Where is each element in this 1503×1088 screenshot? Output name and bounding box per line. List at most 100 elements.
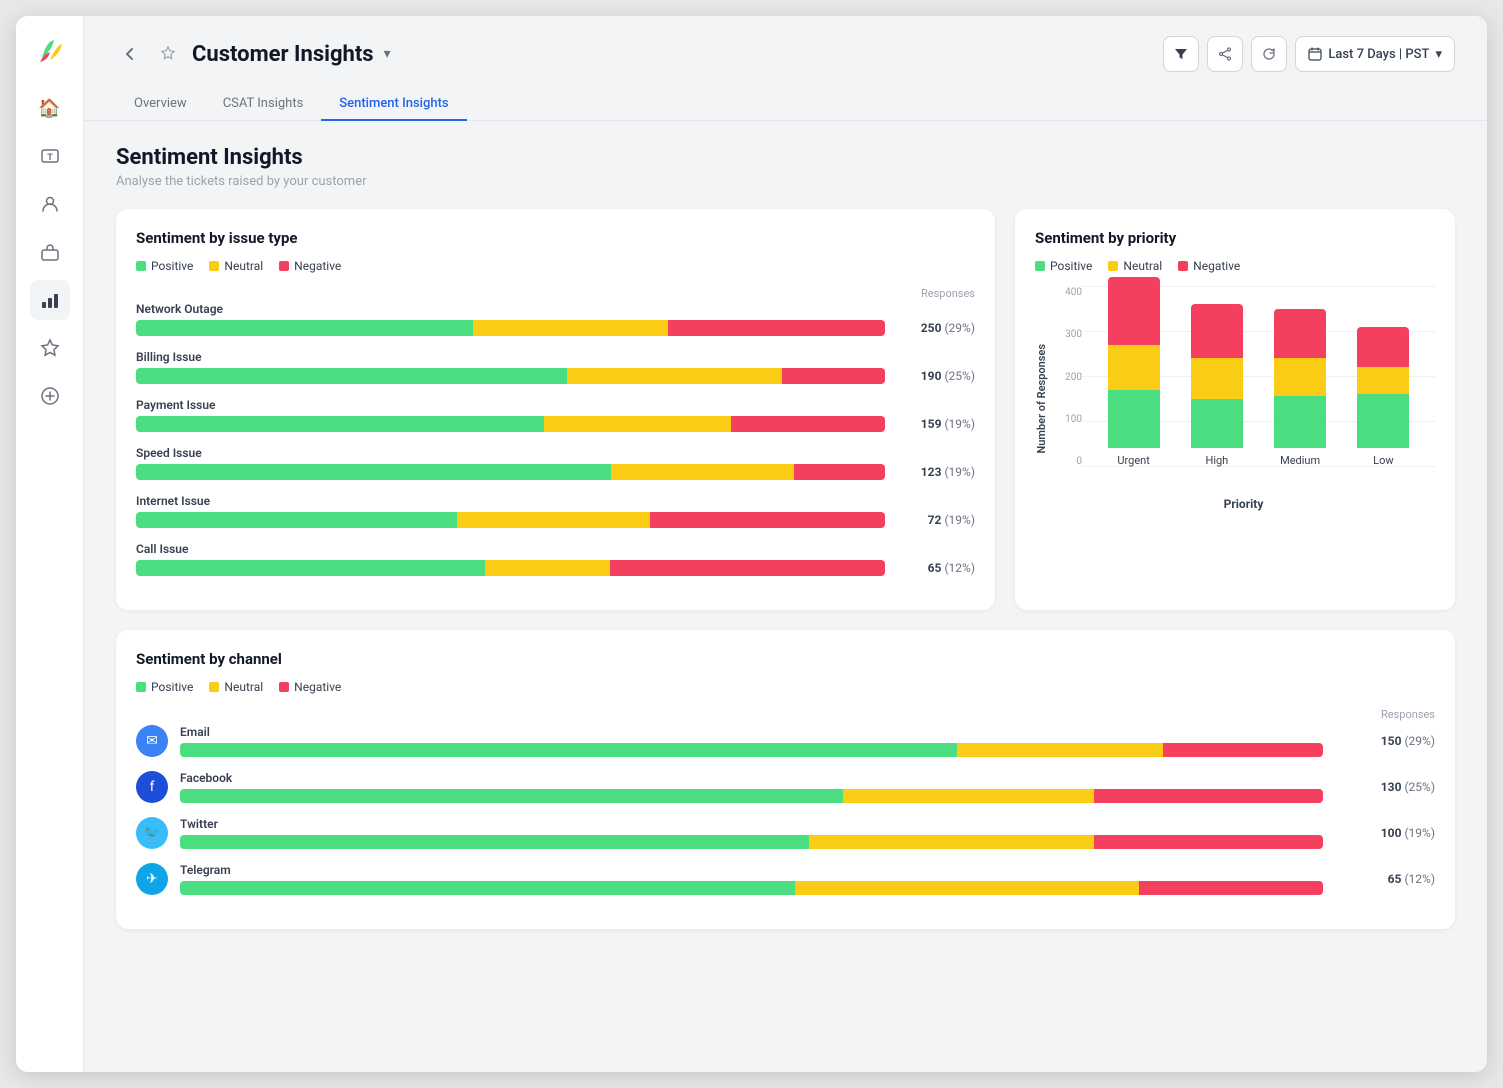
priority-bar-group: High <box>1191 304 1243 467</box>
legend-neutral: Neutral <box>209 259 263 273</box>
negative-bar <box>668 320 885 336</box>
legend-negative: Negative <box>279 259 341 273</box>
positive-label-ch: Positive <box>151 680 193 694</box>
channel-icon: ✉ <box>136 725 168 757</box>
negative-bar <box>610 560 885 576</box>
neutral-label: Neutral <box>224 259 263 273</box>
ch-neutral-bar <box>809 835 1095 849</box>
tabs-bar: Overview CSAT Insights Sentiment Insight… <box>84 72 1487 121</box>
channel-bar <box>180 881 1323 895</box>
stacked-bar <box>1357 327 1409 449</box>
legend-negative-ch: Negative <box>279 680 341 694</box>
stacked-bar <box>1191 304 1243 448</box>
sidebar-item-analytics[interactable] <box>30 280 70 320</box>
negative-label: Negative <box>294 259 341 273</box>
legend-positive-2: Positive <box>1035 259 1092 273</box>
tab-csat[interactable]: CSAT Insights <box>205 88 322 121</box>
issue-count: 72 (19%) <box>895 513 975 527</box>
channel-chart-title: Sentiment by channel <box>136 650 1435 668</box>
neutral-dot-2 <box>1108 261 1118 271</box>
bar-x-label: High <box>1205 454 1228 467</box>
responses-header: Responses <box>895 287 975 300</box>
issue-bar <box>136 368 885 384</box>
neutral-segment <box>1274 358 1326 396</box>
channel-row: f Facebook 130 (25%) <box>136 771 1435 803</box>
sidebar-item-work[interactable] <box>30 232 70 272</box>
ch-negative-bar <box>1139 881 1323 895</box>
issue-bar <box>136 560 885 576</box>
ch-negative-bar <box>1163 743 1323 757</box>
issue-row: Call Issue 65 (12%) <box>136 542 975 576</box>
back-button[interactable] <box>116 40 144 68</box>
share-button[interactable] <box>1207 36 1243 72</box>
stacked-bar <box>1108 277 1160 448</box>
favorite-button[interactable] <box>154 40 182 68</box>
issue-chart-title: Sentiment by issue type <box>136 229 975 247</box>
filter-button[interactable] <box>1163 36 1199 72</box>
channel-name: Email <box>180 725 1323 739</box>
positive-segment <box>1357 394 1409 448</box>
channel-name: Twitter <box>180 817 1323 831</box>
negative-bar <box>782 368 885 384</box>
positive-bar <box>136 320 473 336</box>
positive-bar <box>136 560 485 576</box>
priority-chart-title: Sentiment by priority <box>1035 229 1435 247</box>
negative-segment <box>1357 327 1409 368</box>
sidebar-item-ticket[interactable]: T <box>30 136 70 176</box>
positive-segment <box>1191 399 1243 449</box>
channel-icon: 🐦 <box>136 817 168 849</box>
page-content: Sentiment Insights Analyse the tickets r… <box>84 121 1487 953</box>
channel-icon: ✈ <box>136 863 168 895</box>
tab-overview[interactable]: Overview <box>116 88 205 121</box>
ch-negative-bar <box>1094 789 1323 803</box>
positive-segment <box>1108 390 1160 449</box>
negative-dot <box>279 261 289 271</box>
positive-label: Positive <box>151 259 193 273</box>
legend-negative-2: Negative <box>1178 259 1240 273</box>
section-subtitle: Analyse the tickets raised by your custo… <box>116 174 1455 189</box>
title-dropdown-icon[interactable]: ▾ <box>384 46 391 62</box>
channel-rows: Responses ✉ Email 150 (29%) f Facebook <box>136 708 1435 895</box>
neutral-bar <box>611 464 794 480</box>
channel-row: 🐦 Twitter 100 (19%) <box>136 817 1435 849</box>
negative-dot-2 <box>1178 261 1188 271</box>
neutral-bar <box>457 512 649 528</box>
positive-label-2: Positive <box>1050 259 1092 273</box>
positive-bar <box>136 512 457 528</box>
tab-sentiment[interactable]: Sentiment Insights <box>321 88 466 121</box>
bar-x-label: Low <box>1373 454 1393 467</box>
priority-bar-group: Low <box>1357 327 1409 468</box>
bar-x-label: Urgent <box>1117 454 1149 467</box>
y-axis-label: 100 <box>1052 414 1082 425</box>
negative-bar <box>731 416 885 432</box>
priority-bar-group: Medium <box>1274 309 1326 467</box>
issue-row: Internet Issue 72 (19%) <box>136 494 975 528</box>
ch-negative-bar <box>1094 835 1323 849</box>
issue-row: Network Outage 250 (29%) <box>136 302 975 336</box>
priority-bar-group: Urgent <box>1108 277 1160 467</box>
channel-count: 130 (25%) <box>1335 780 1435 794</box>
date-range-button[interactable]: Last 7 Days | PST ▾ <box>1295 36 1455 72</box>
charts-row: Sentiment by issue type Positive Neutral <box>116 209 1455 610</box>
positive-bar <box>136 464 611 480</box>
neutral-label-ch: Neutral <box>224 680 263 694</box>
issue-legend: Positive Neutral Negative <box>136 259 975 273</box>
sidebar-item-favorites[interactable] <box>30 328 70 368</box>
legend-neutral-2: Neutral <box>1108 259 1162 273</box>
sidebar-item-add[interactable] <box>30 376 70 416</box>
sidebar-item-contacts[interactable] <box>30 184 70 224</box>
sidebar-item-home[interactable]: 🏠 <box>30 88 70 128</box>
refresh-button[interactable] <box>1251 36 1287 72</box>
positive-dot-2 <box>1035 261 1045 271</box>
legend-positive: Positive <box>136 259 193 273</box>
issue-name: Billing Issue <box>136 350 975 364</box>
neutral-label-2: Neutral <box>1123 259 1162 273</box>
neutral-segment <box>1191 358 1243 399</box>
priority-chart-card: Sentiment by priority Positive Neutral <box>1015 209 1455 610</box>
stacked-bar <box>1274 309 1326 448</box>
header-actions: Last 7 Days | PST ▾ <box>1163 36 1455 72</box>
channel-icon: f <box>136 771 168 803</box>
ch-positive-bar <box>180 789 843 803</box>
negative-segment <box>1108 277 1160 345</box>
channel-name: Facebook <box>180 771 1323 785</box>
